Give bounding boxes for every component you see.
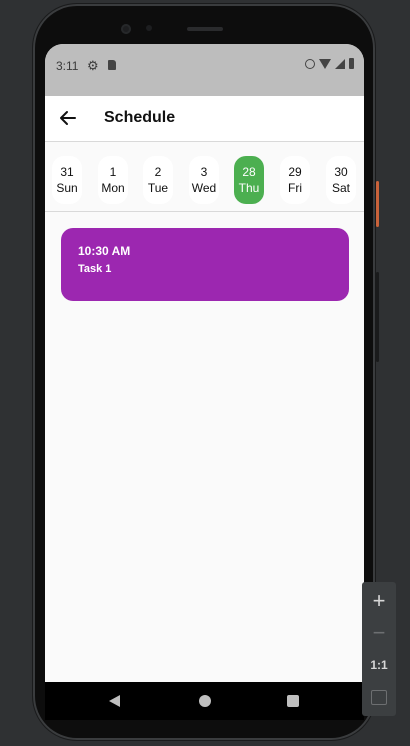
day-name: Thu [238, 181, 260, 195]
event-title: Task 1 [78, 263, 112, 275]
day-fri[interactable]: 29 Fri [280, 156, 310, 204]
earpiece-speaker [187, 27, 223, 31]
day-number: 30 [334, 165, 348, 179]
battery-icon [349, 58, 354, 69]
day-mon[interactable]: 1 Mon [98, 156, 128, 204]
volume-button [376, 272, 379, 362]
day-sat[interactable]: 30 Sat [326, 156, 356, 204]
status-time: 3:11 [56, 59, 79, 73]
day-number: 1 [109, 165, 117, 179]
nav-back-icon[interactable] [109, 695, 120, 707]
gear-icon: ⚙ [87, 58, 99, 73]
power-button [376, 181, 379, 227]
event-card[interactable]: 10:30 AM Task 1 [61, 228, 349, 301]
zoom-ratio-button[interactable]: 1:1 [362, 658, 396, 672]
nav-home-icon[interactable] [199, 695, 211, 707]
day-number: 31 [60, 165, 74, 179]
status-icons [305, 58, 354, 69]
zoom-out-button[interactable]: − [362, 620, 396, 646]
day-number: 28 [242, 165, 256, 179]
date-strip: 31 Sun 1 Mon 2 Tue 3 Wed 28 Thu 29 Fri 3… [45, 142, 364, 212]
page-title: Schedule [104, 109, 176, 126]
status-bar: 3:11 ⚙ [45, 44, 364, 96]
day-name: Fri [288, 181, 302, 195]
day-number: 2 [154, 165, 162, 179]
alarm-icon [305, 58, 315, 69]
day-name: Sat [331, 181, 350, 195]
event-time: 10:30 AM [78, 244, 131, 258]
system-nav-bar [45, 682, 364, 720]
nav-recents-icon[interactable] [287, 695, 299, 707]
day-wed[interactable]: 3 Wed [189, 156, 219, 204]
app-screen: 3:11 ⚙ Schedule 31 Sun 1 Mon 2 Tue 3 Wed… [45, 44, 364, 716]
wifi-icon [319, 58, 331, 69]
day-name: Wed [191, 181, 217, 195]
app-bar: Schedule [45, 96, 364, 142]
day-number: 3 [200, 165, 208, 179]
day-sun[interactable]: 31 Sun [52, 156, 82, 204]
day-tue[interactable]: 2 Tue [143, 156, 173, 204]
signal-icon [335, 58, 345, 69]
day-name: Sun [56, 181, 78, 195]
arrow-left-icon[interactable] [58, 108, 78, 128]
day-number: 29 [288, 165, 302, 179]
zoom-in-button[interactable]: + [362, 588, 396, 614]
day-name: Mon [101, 181, 125, 195]
day-name: Tue [147, 181, 169, 195]
sd-card-icon [108, 60, 116, 70]
day-thu-selected[interactable]: 28 Thu [234, 156, 264, 204]
emulator-zoom-panel: + − 1:1 [362, 582, 396, 716]
front-camera [121, 24, 131, 34]
fit-screen-icon[interactable] [371, 690, 387, 705]
proximity-sensor [146, 25, 152, 31]
